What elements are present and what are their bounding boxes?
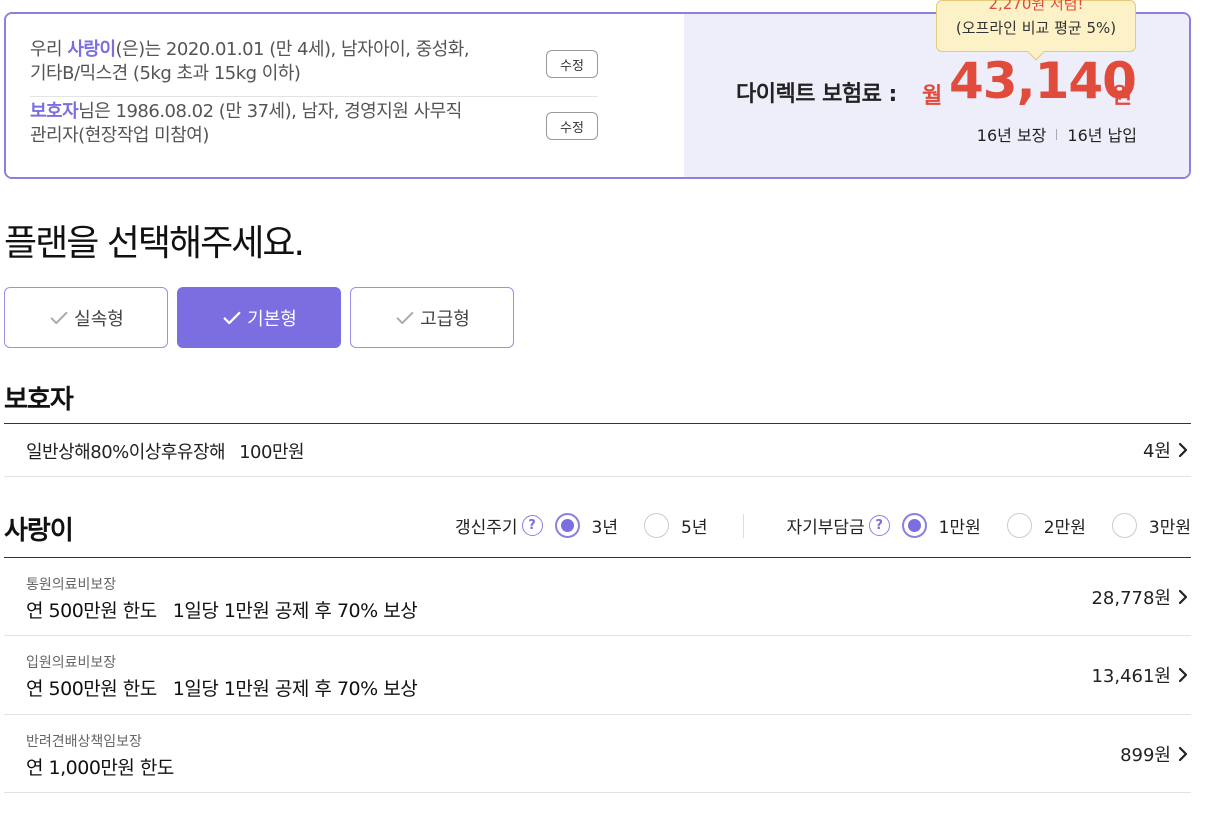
chevron-right-icon: [1178, 667, 1188, 683]
coverage-description: 연 500만원 한도 1일당 1만원 공제 후 70% 보상: [26, 674, 418, 701]
coverage-price: 899원: [1120, 745, 1171, 766]
info-divider: [30, 96, 598, 97]
savings-text: 2,270원 저렴!: [988, 0, 1084, 13]
premium-unit: 원: [1112, 84, 1133, 109]
check-icon: [396, 311, 414, 324]
coverage-limit: 연 500만원 한도: [26, 600, 157, 622]
coverage-detail: 1일당 1만원 공제 후 70% 보상: [172, 600, 418, 622]
coverage-row[interactable]: 일반상해80%이상후유장해 100만원 4원: [4, 424, 1191, 476]
coverage-name: 일반상해80%이상후유장해 100만원: [26, 438, 305, 464]
radio-label: 1만원: [938, 518, 981, 538]
plan-tab-label: 기본형: [247, 308, 297, 330]
premium-amount: 43,140: [949, 52, 1137, 110]
radio-dot: [644, 513, 669, 538]
pet-info-text: 우리 사랑이(은)는 2020.01.01 (만 4세), 남자아이, 중성화,…: [30, 38, 470, 86]
pet-info-prefix: 우리: [30, 39, 68, 60]
coverage-period: 16년 보장: [976, 126, 1047, 145]
coverage-price: 28,778원: [1091, 588, 1171, 609]
coverage-price-link[interactable]: 13,461원: [1091, 662, 1191, 688]
coverage-options: 갱신주기 ? 3년 5년 자기부담금 ? 1만원 2만원 3만원: [455, 513, 1191, 538]
renewal-label-text: 갱신주기: [454, 518, 518, 538]
guardian-info-detail: 님은 1986.08.02 (만 37세), 남자, 경영지원 사무직 관리자(…: [30, 101, 462, 146]
chevron-right-icon: [1178, 589, 1188, 605]
coverage-row[interactable]: 통원의료비보장 연 500만원 한도 1일당 1만원 공제 후 70% 보상 28…: [4, 558, 1191, 636]
coverage-price: 13,461원: [1091, 666, 1171, 687]
deductible-option-10k[interactable]: 1만원: [901, 513, 981, 538]
plan-tab-premium[interactable]: 고급형: [350, 287, 514, 348]
plan-tab-standard[interactable]: 기본형: [177, 287, 341, 348]
summary-box: 우리 사랑이(은)는 2020.01.01 (만 4세), 남자아이, 중성화,…: [4, 0, 1191, 179]
coverage-row[interactable]: 반려견배상책임보장 연 1,000만원 한도 899원: [4, 715, 1191, 793]
coverage-description: 연 1,000만원 한도: [26, 753, 174, 780]
plan-tab-label: 실속형: [74, 308, 124, 330]
period-separator: [1056, 128, 1058, 140]
coverage-category: 반려견배상책임보장: [26, 734, 142, 750]
plan-tab-label: 고급형: [420, 308, 470, 330]
renewal-option-5y[interactable]: 5년: [644, 513, 707, 538]
radio-dot: [901, 513, 927, 538]
renewal-option-3y[interactable]: 3년: [554, 513, 618, 538]
coverage-limit: 연 1,000만원 한도: [26, 757, 174, 779]
premium-label: 다이렉트 보험료 :: [736, 82, 897, 107]
deductible-option-30k[interactable]: 3만원: [1111, 513, 1191, 538]
premium-month-label: 월: [922, 84, 943, 109]
radio-dot: [1006, 513, 1032, 538]
savings-compare-text: (오프라인 비교 평균 5%): [955, 19, 1117, 37]
coverage-price: 4원: [1142, 441, 1171, 462]
guardian-name: 보호자: [30, 101, 79, 122]
premium-panel: 2,270원 저렴! (오프라인 비교 평균 5%) 다이렉트 보험료 : 월 …: [684, 0, 1189, 177]
pet-name: 사랑이: [67, 39, 116, 60]
help-icon[interactable]: ?: [521, 515, 543, 536]
guardian-info-row: 보호자님은 1986.08.02 (만 37세), 남자, 경영지원 사무직 관…: [30, 100, 598, 148]
check-icon: [223, 311, 241, 324]
chevron-right-icon: [1178, 746, 1188, 762]
savings-tooltip: 2,270원 저렴! (오프라인 비교 평균 5%): [936, 0, 1136, 61]
deductible-label: 자기부담금 ?: [786, 513, 890, 538]
edit-pet-button[interactable]: 수정: [546, 50, 598, 78]
edit-guardian-button[interactable]: 수정: [546, 112, 598, 140]
coverage-amount: 100만원: [239, 442, 305, 463]
deductible-option-20k[interactable]: 2만원: [1006, 513, 1086, 538]
options-separator: [743, 513, 745, 538]
radio-dot: [554, 513, 580, 538]
radio-label: 2만원: [1043, 518, 1086, 538]
coverage-category: 입원의료비보장: [26, 655, 117, 671]
guardian-section-title: 보호자: [4, 385, 74, 415]
plan-tabs: 실속형 기본형 고급형: [4, 287, 514, 348]
radio-label: 3년: [591, 518, 618, 538]
radio-label: 3만원: [1148, 518, 1191, 538]
pet-section-title: 사랑이: [4, 516, 74, 546]
coverage-limit: 연 500만원 한도: [26, 678, 157, 700]
deductible-label-text: 자기부담금: [786, 518, 865, 538]
coverage-category: 통원의료비보장: [26, 577, 117, 593]
pet-info-row: 우리 사랑이(은)는 2020.01.01 (만 4세), 남자아이, 중성화,…: [30, 38, 598, 86]
chevron-right-icon: [1178, 442, 1188, 458]
check-icon: [50, 311, 68, 324]
period-info: 16년 보장 16년 납입: [977, 122, 1137, 146]
row-divider: [4, 792, 1191, 793]
summary-info-panel: 우리 사랑이(은)는 2020.01.01 (만 4세), 남자아이, 중성화,…: [6, 14, 684, 177]
help-icon[interactable]: ?: [868, 515, 890, 536]
guardian-info-text: 보호자님은 1986.08.02 (만 37세), 남자, 경영지원 사무직 관…: [30, 100, 470, 148]
plan-tab-basic-value[interactable]: 실속형: [4, 287, 168, 348]
renewal-label: 갱신주기 ?: [455, 513, 543, 538]
row-divider: [4, 476, 1191, 477]
payment-period: 16년 납입: [1067, 126, 1137, 145]
radio-label: 5년: [681, 518, 708, 538]
coverage-detail: 1일당 1만원 공제 후 70% 보상: [172, 678, 418, 700]
coverage-row[interactable]: 입원의료비보장 연 500만원 한도 1일당 1만원 공제 후 70% 보상 13…: [4, 636, 1191, 714]
coverage-title: 일반상해80%이상후유장해: [26, 442, 226, 463]
page-title: 플랜을 선택해주세요.: [4, 223, 305, 264]
coverage-price-link[interactable]: 4원: [1143, 437, 1191, 463]
coverage-price-link[interactable]: 28,778원: [1091, 584, 1191, 610]
radio-dot: [1111, 513, 1137, 538]
coverage-description: 연 500만원 한도 1일당 1만원 공제 후 70% 보상: [26, 596, 418, 623]
coverage-price-link[interactable]: 899원: [1120, 741, 1191, 767]
